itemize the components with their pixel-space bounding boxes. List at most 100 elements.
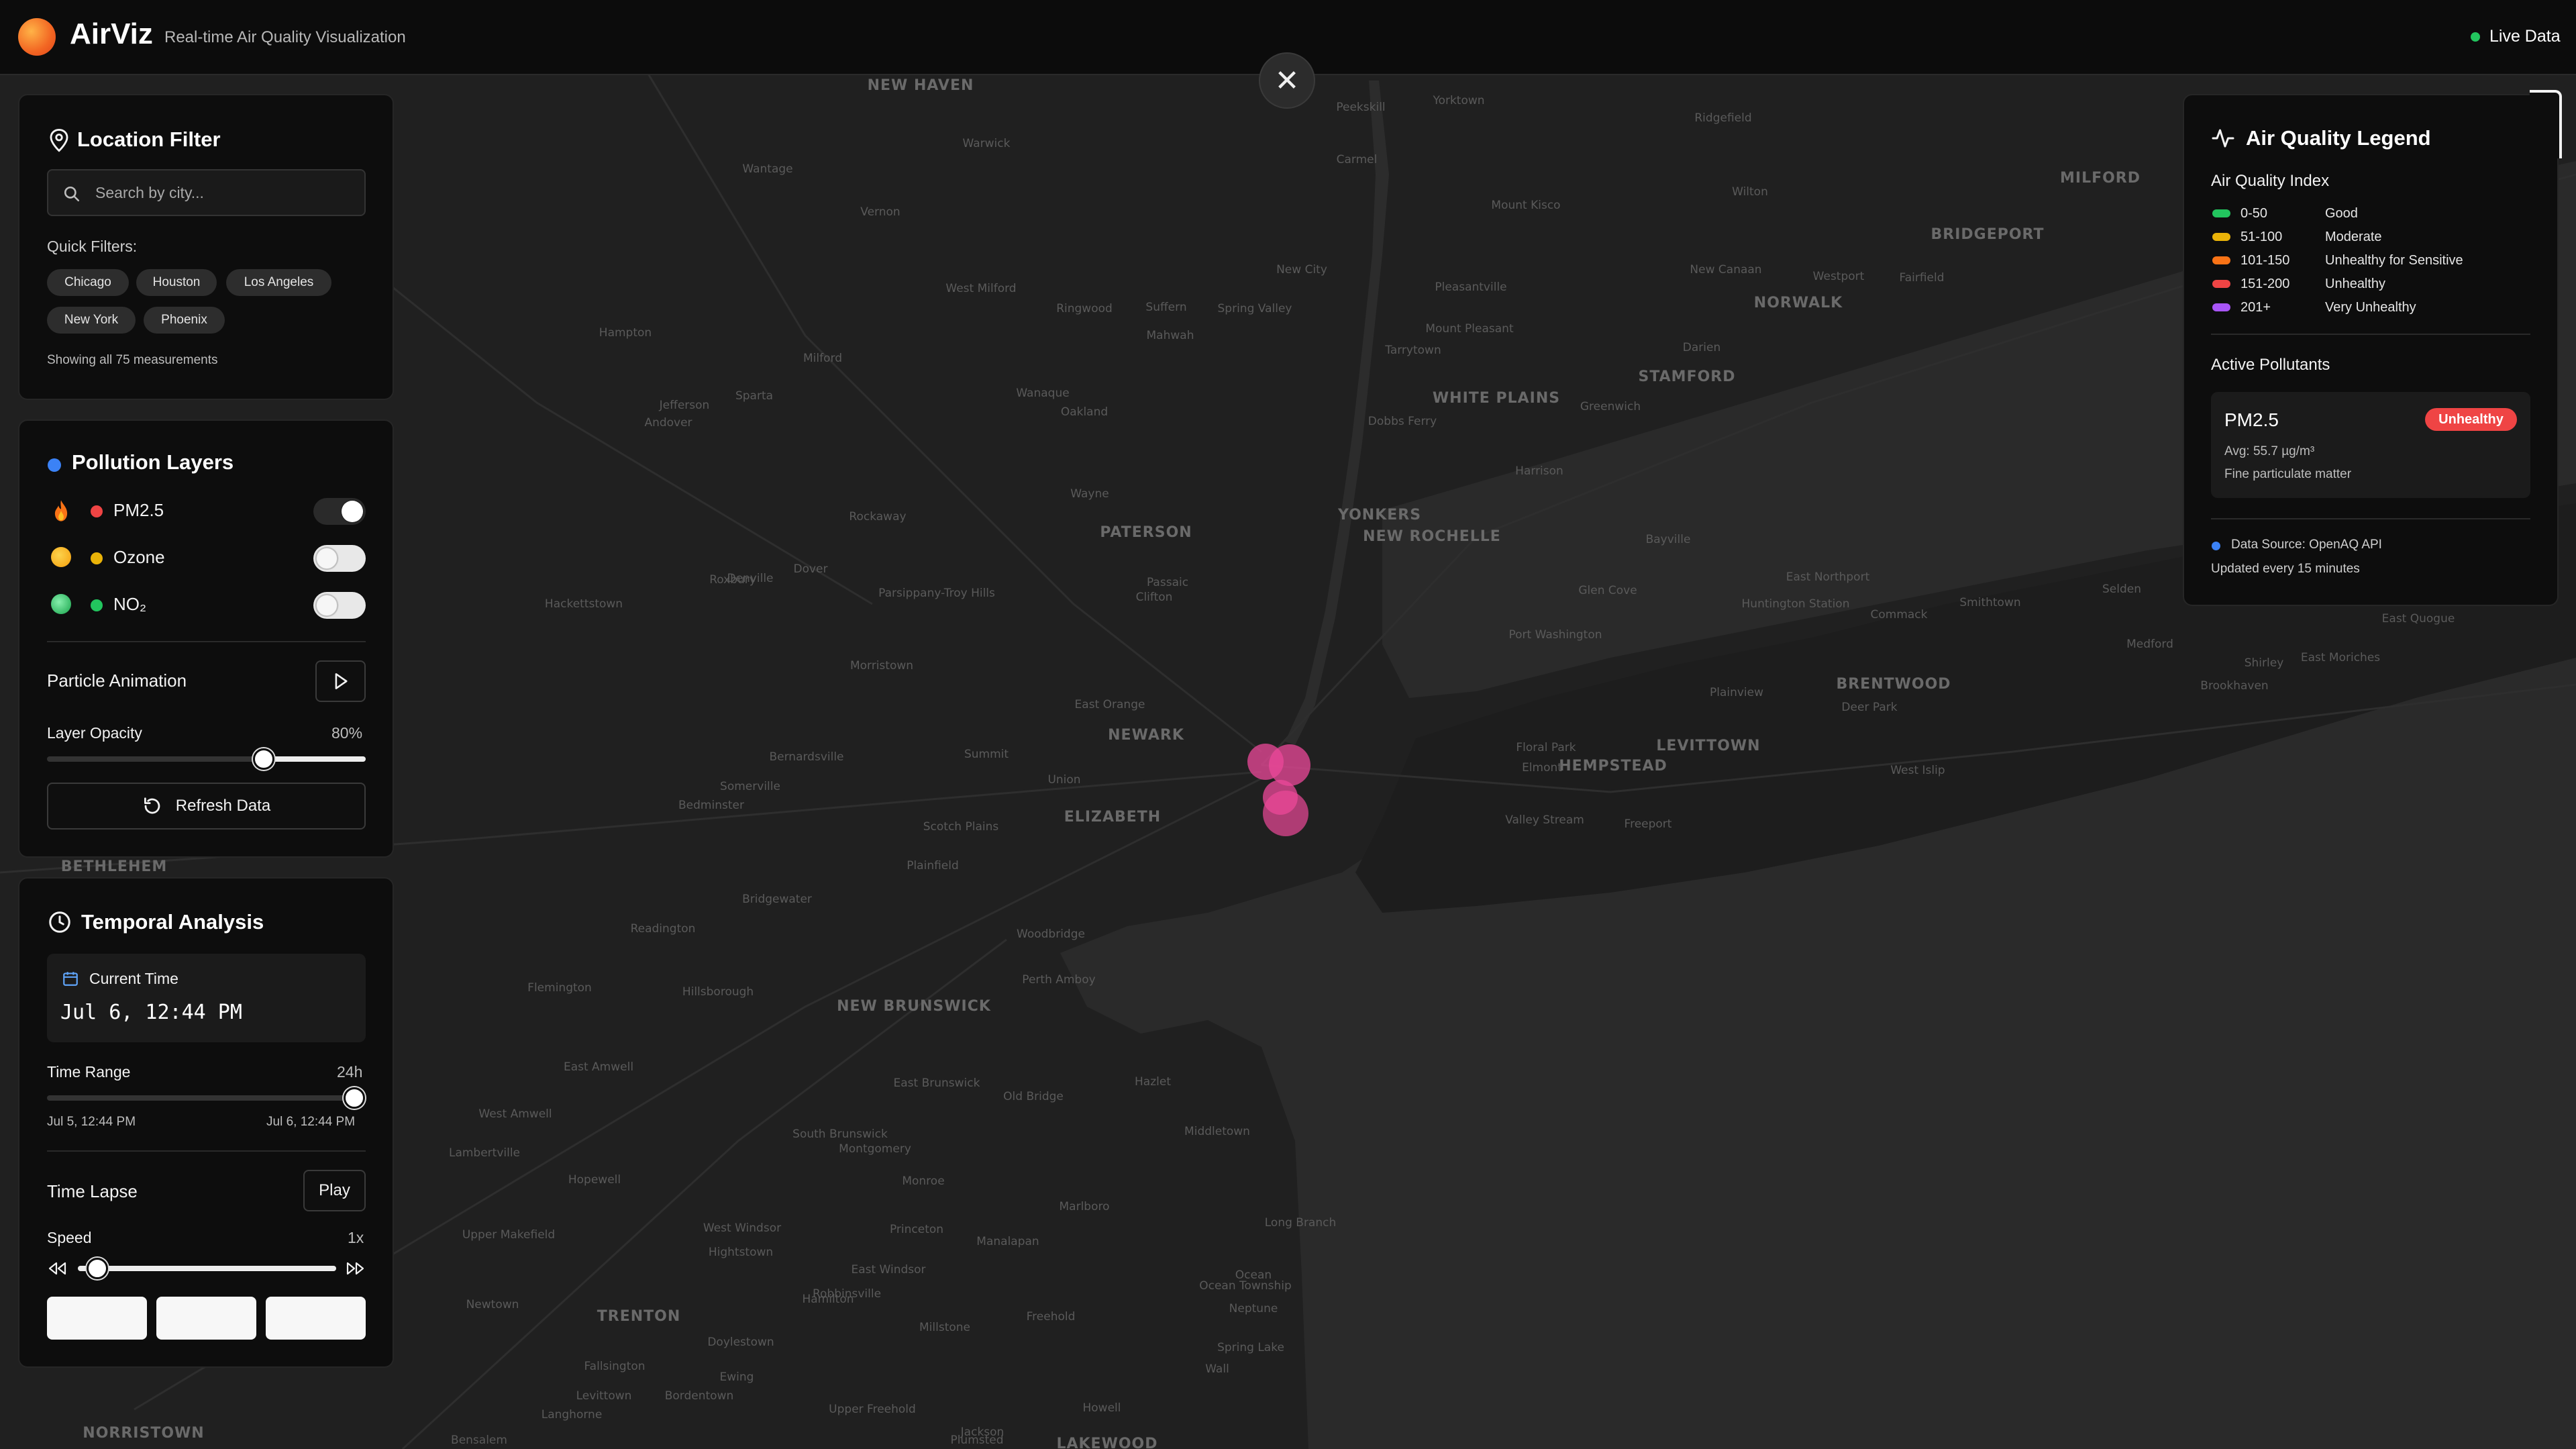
air-quality-legend-panel: Air Quality Legend (2183, 94, 2559, 606)
pollutant-card-pm25[interactable]: PM2.5 Unhealthy Avg: 55.7 µg/m³ Fine par… (2211, 392, 2530, 498)
map-place-label: Freehold (1026, 1310, 1076, 1323)
map-place-label: Elmont (1522, 761, 1562, 775)
current-time-label: Current Time (89, 970, 178, 987)
map-place-label: Newtown (466, 1298, 519, 1311)
refresh-icon (144, 797, 160, 814)
rewind-icon[interactable] (47, 1261, 67, 1276)
map-place-label: Hamilton (802, 1293, 854, 1306)
time-range-end: Jul 6, 12:44 PM (266, 1115, 356, 1129)
speed-value: 1x (348, 1229, 364, 1246)
map-place-label: Woodbridge (1017, 928, 1085, 941)
quick-filter-chicago[interactable]: Chicago (47, 269, 129, 296)
map-place-label: Dobbs Ferry (1368, 415, 1437, 428)
map-place-label: BRIDGEPORT (1930, 226, 2045, 243)
time-range-start: Jul 5, 12:44 PM (47, 1115, 136, 1129)
aqi-swatch (2212, 303, 2230, 311)
map-place-label: Brookhaven (2200, 679, 2269, 693)
map-place-label: Bayville (1645, 533, 1691, 546)
time-range-value: 24h (337, 1063, 363, 1081)
aqi-category: Unhealthy (2325, 277, 2386, 291)
search-icon (64, 186, 80, 202)
map-place-label: Old Bridge (1003, 1090, 1064, 1103)
measurement-count: Showing all 75 measurements (47, 353, 218, 367)
temporal-divider (47, 1150, 366, 1152)
map-place-label: West Milford (945, 282, 1017, 295)
map-place-label: Manalapan (976, 1235, 1039, 1248)
layer-ozone-toggle[interactable] (313, 545, 366, 572)
map-place-label: Long Branch (1264, 1216, 1337, 1230)
aqi-category: Unhealthy for Sensitive (2325, 253, 2463, 268)
layer-pm25-toggle[interactable] (313, 498, 366, 525)
search-field[interactable] (47, 169, 366, 216)
map-place-label: Doylestown (707, 1336, 774, 1349)
speed-slider-fill (78, 1266, 336, 1271)
map-place-label: West Islip (1890, 764, 1945, 777)
speed-slider-thumb[interactable] (86, 1258, 108, 1279)
gas-icon (51, 594, 71, 614)
map-place-label: Ringwood (1056, 302, 1113, 315)
quick-filter-phoenix[interactable]: Phoenix (144, 307, 225, 334)
quick-filter-los-angeles[interactable]: Los Angeles (226, 269, 331, 296)
speed-preset-button-2[interactable] (156, 1297, 256, 1340)
map-place-label: PATERSON (1100, 524, 1192, 541)
map-place-label: Andover (644, 416, 692, 430)
pm25-marker[interactable] (1269, 744, 1310, 786)
map-place-label: Flemington (527, 981, 592, 995)
map-place-label: New Canaan (1690, 263, 1762, 277)
particle-animation-play-button[interactable] (315, 660, 366, 702)
map-place-label: Shirley (2244, 656, 2284, 670)
update-frequency-label: Updated every 15 minutes (2211, 562, 2360, 576)
aqi-range: 151-200 (2240, 277, 2290, 291)
speed-preset-button-1[interactable] (47, 1297, 147, 1340)
aqi-swatch (2212, 209, 2230, 217)
map-place-label: Oakland (1060, 405, 1109, 419)
aqi-swatch (2212, 280, 2230, 288)
map-place-label: Union (1047, 773, 1081, 787)
map-place-label: TRENTON (597, 1308, 681, 1325)
map-place-label: Passaic (1146, 576, 1189, 589)
time-range-slider-track[interactable] (47, 1095, 366, 1101)
map-place-label: Mahwah (1146, 329, 1194, 342)
time-range-slider-thumb[interactable] (344, 1087, 365, 1109)
map-place-label: Mount Pleasant (1425, 322, 1514, 336)
map-place-label: Roxbury (709, 573, 756, 587)
search-input[interactable] (95, 170, 357, 215)
map-place-label: Wanaque (1016, 387, 1070, 400)
map-place-label: Wilton (1732, 185, 1768, 199)
map-place-label: Harrison (1515, 464, 1563, 478)
opacity-slider-thumb[interactable] (253, 748, 274, 770)
map-place-label: Westport (1812, 270, 1865, 283)
quick-filter-houston[interactable]: Houston (136, 269, 217, 296)
map-place-label: Suffern (1145, 301, 1187, 314)
layer-no2-toggle[interactable] (313, 592, 366, 619)
map-place-label: Medford (2126, 638, 2173, 651)
play-icon (335, 673, 348, 689)
map-place-label: Clifton (1135, 591, 1173, 604)
speed-preset-button-3[interactable] (266, 1297, 366, 1340)
map-place-label: Lambertville (448, 1146, 521, 1160)
fast-forward-icon[interactable] (346, 1261, 366, 1276)
aqi-category: Moderate (2325, 230, 2382, 244)
pm25-marker[interactable] (1263, 791, 1308, 836)
temporal-analysis-title: Temporal Analysis (81, 910, 264, 934)
close-button[interactable]: ✕ (1259, 52, 1315, 109)
scroll-edge-handle[interactable] (2530, 90, 2562, 158)
location-filter-title: Location Filter (77, 128, 221, 151)
map-place-label: Langhorne (541, 1408, 603, 1421)
map-place-label: Greenwich (1580, 400, 1641, 413)
app-subtitle: Real-time Air Quality Visualization (164, 28, 406, 46)
clock-icon (49, 911, 70, 933)
map-place-label: Hightstown (708, 1246, 774, 1259)
legend-title: Air Quality Legend (2246, 126, 2431, 150)
aqi-category: Very Unhealthy (2325, 300, 2416, 315)
map-place-label: Monroe (902, 1175, 945, 1188)
quick-filter-new-york[interactable]: New York (47, 307, 136, 334)
close-icon: ✕ (1274, 64, 1300, 97)
time-lapse-play-button[interactable]: Play (303, 1170, 366, 1211)
layer-pm25-label: PM2.5 (113, 500, 164, 520)
map-place-label: Commack (1870, 608, 1928, 621)
refresh-data-button[interactable]: Refresh Data (47, 783, 366, 830)
activity-icon (2212, 129, 2234, 148)
map-place-label: Sparta (735, 389, 774, 403)
map-place-label: Bordentown (664, 1389, 734, 1403)
